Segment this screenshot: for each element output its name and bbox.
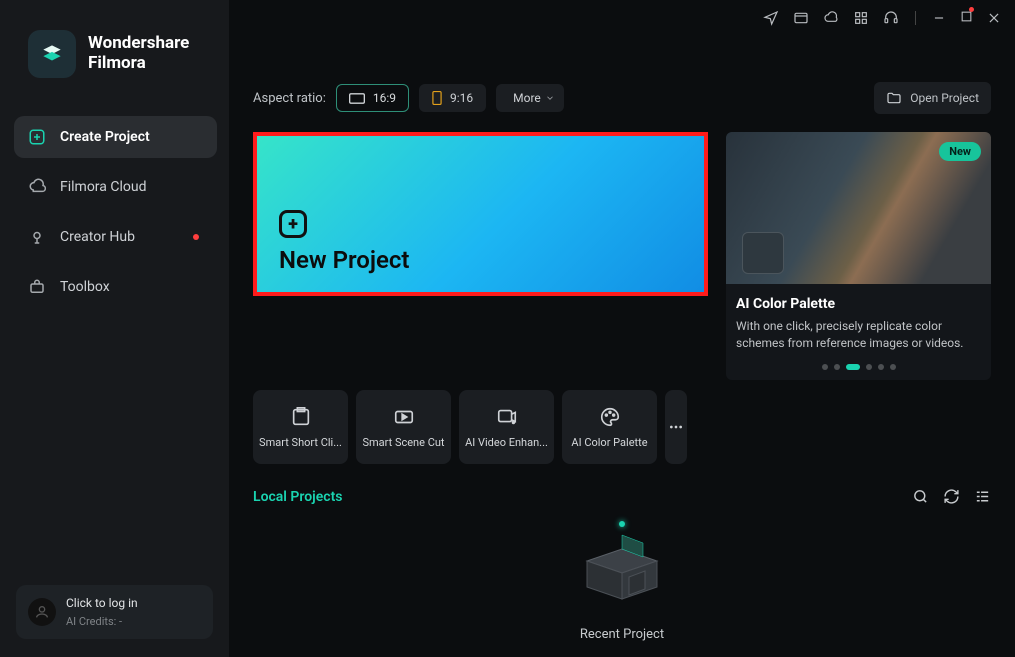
- feature-thumb-icon: [742, 232, 784, 274]
- ai-credits-label: AI Credits: -: [66, 614, 138, 629]
- local-projects-tab[interactable]: Local Projects: [253, 489, 343, 505]
- brand-icon: [28, 30, 76, 78]
- clip-icon: [290, 406, 312, 428]
- sidebar: Wondershare Filmora Create Project Filmo…: [0, 0, 229, 657]
- sidebar-item-create-project[interactable]: Create Project: [14, 116, 217, 158]
- folder-icon: [886, 90, 902, 106]
- window-topbar: [763, 8, 1001, 27]
- cloud-icon[interactable]: [823, 10, 839, 26]
- refresh-icon[interactable]: [943, 488, 960, 505]
- new-badge: New: [939, 142, 981, 161]
- sidebar-item-label: Creator Hub: [60, 229, 135, 245]
- tile-smart-scene-cut[interactable]: Smart Scene Cut: [356, 390, 451, 464]
- aspect-16-9-chip[interactable]: 16:9: [336, 84, 409, 112]
- feature-card-ai-color-palette[interactable]: New AI Color Palette With one click, pre…: [726, 132, 991, 380]
- sidebar-item-label: Toolbox: [60, 279, 110, 295]
- brand-logo: Wondershare Filmora: [0, 0, 229, 108]
- login-box[interactable]: Click to log in AI Credits: -: [16, 585, 213, 639]
- brand-line1: Wondershare: [88, 34, 189, 54]
- aspect-ratio-label: Aspect ratio:: [253, 91, 326, 106]
- aspect-more-button[interactable]: More: [496, 84, 564, 112]
- media-icon[interactable]: [793, 10, 809, 26]
- chevron-down-icon: [545, 93, 555, 103]
- feature-title: AI Color Palette: [736, 296, 977, 312]
- search-icon[interactable]: [912, 488, 929, 505]
- open-project-button[interactable]: Open Project: [874, 82, 991, 114]
- plus-icon: +: [279, 210, 307, 238]
- sidebar-item-label: Create Project: [60, 129, 150, 145]
- notification-dot-icon: [969, 7, 974, 12]
- more-dots-icon: [668, 419, 684, 435]
- login-prompt: Click to log in: [66, 596, 138, 610]
- palette-icon: [599, 406, 621, 428]
- carousel-dots[interactable]: [726, 364, 991, 370]
- feature-description: With one click, precisely replicate colo…: [736, 318, 977, 352]
- new-project-title: New Project: [279, 246, 704, 274]
- brand-line2: Filmora: [88, 54, 189, 74]
- tile-ai-color-palette[interactable]: AI Color Palette: [562, 390, 657, 464]
- aspect-9-16-chip[interactable]: 9:16: [419, 84, 486, 112]
- minimize-icon[interactable]: [932, 11, 946, 25]
- sidebar-item-filmora-cloud[interactable]: Filmora Cloud: [14, 166, 217, 208]
- list-view-icon[interactable]: [974, 488, 991, 505]
- close-icon[interactable]: [987, 11, 1001, 25]
- scene-cut-icon: [393, 406, 415, 428]
- tile-smart-short-clip[interactable]: Smart Short Cli...: [253, 390, 348, 464]
- apps-icon[interactable]: [853, 10, 869, 26]
- notification-dot-icon: [193, 234, 199, 240]
- support-icon[interactable]: [883, 10, 899, 26]
- sidebar-item-creator-hub[interactable]: Creator Hub: [14, 216, 217, 258]
- tile-ai-video-enhance[interactable]: AI Video Enhan...: [459, 390, 554, 464]
- feature-image: New: [726, 132, 991, 284]
- recent-project-label: Recent Project: [580, 627, 664, 642]
- sidebar-item-toolbox[interactable]: Toolbox: [14, 266, 217, 308]
- sidebar-item-label: Filmora Cloud: [60, 179, 146, 195]
- enhance-icon: [496, 406, 518, 428]
- empty-box-icon: [567, 521, 677, 611]
- send-icon[interactable]: [763, 10, 779, 26]
- avatar-icon: [28, 598, 56, 626]
- tile-more-button[interactable]: [665, 390, 687, 464]
- new-project-card[interactable]: + New Project: [257, 136, 704, 292]
